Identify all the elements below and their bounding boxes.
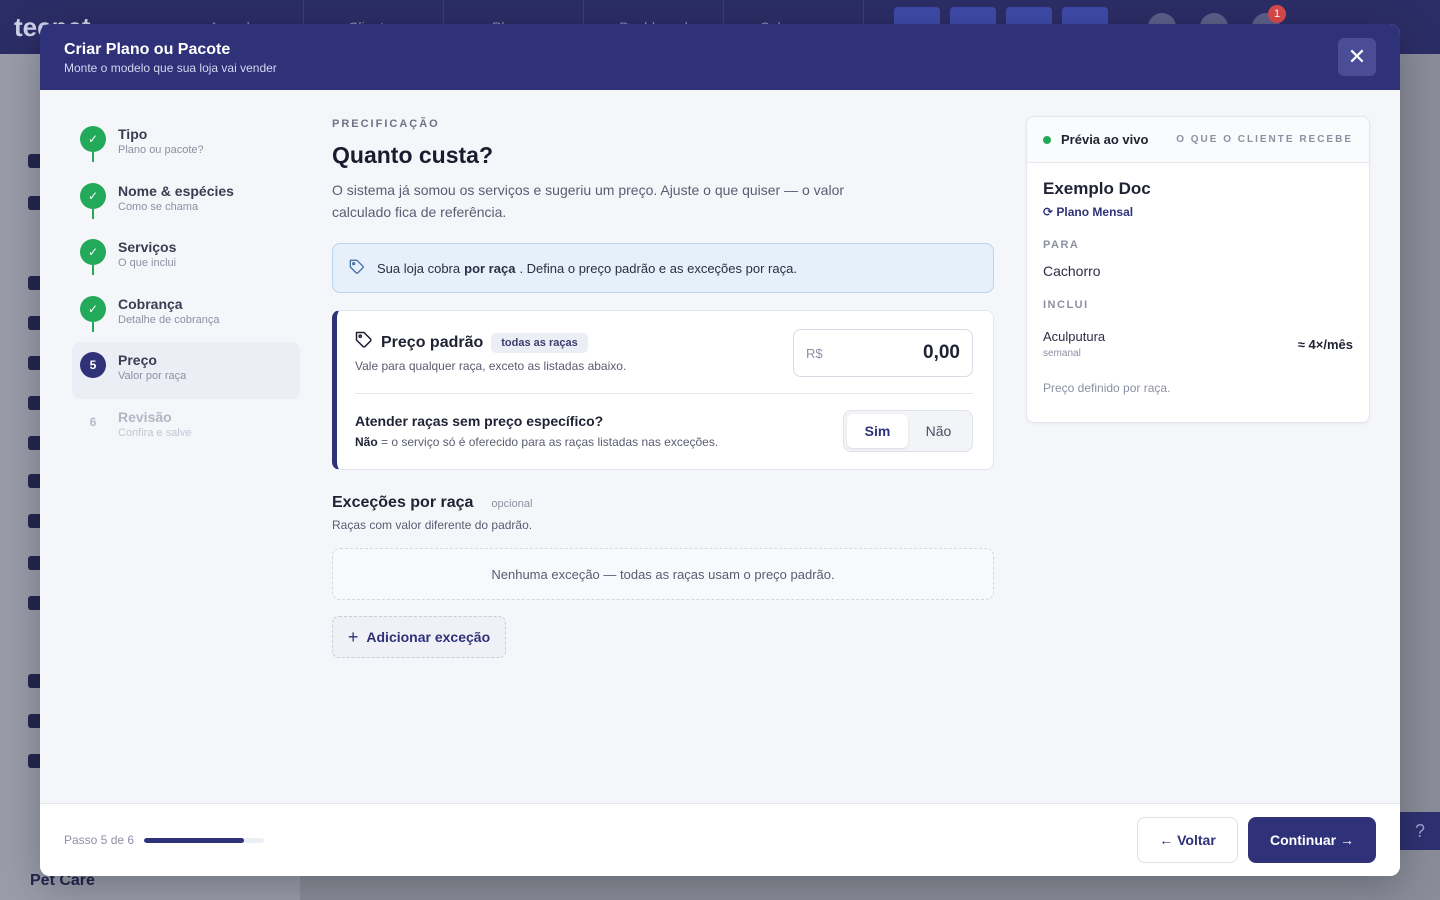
question-circle-icon: ? bbox=[1400, 812, 1440, 850]
modal-title: Criar Plano ou Pacote bbox=[64, 41, 231, 58]
note-text: = o serviço só é oferecido para as raças… bbox=[381, 435, 719, 449]
step-nome-especies[interactable]: ✓ Nome & espécies Como se chama bbox=[72, 173, 300, 230]
step-servicos[interactable]: ✓ Serviços O que inclui bbox=[72, 229, 300, 286]
preview-live-label: Prévia ao vivo bbox=[1061, 132, 1149, 147]
step-cobranca[interactable]: ✓ Cobrança Detalhe de cobrança bbox=[72, 286, 300, 343]
unlisted-breeds-question: Atender raças sem preço específico? bbox=[355, 413, 604, 429]
step-sublabel: O que inclui bbox=[118, 257, 177, 269]
step-connector bbox=[92, 152, 94, 162]
wizard-progress-fill bbox=[144, 837, 244, 843]
step-check-icon: ✓ bbox=[80, 239, 106, 265]
step-preco[interactable]: 5 Preço Valor por raça bbox=[72, 342, 300, 399]
step-tipo[interactable]: ✓ Tipo Plano ou pacote? bbox=[72, 116, 300, 173]
unlisted-breeds-toggle: Sim Não bbox=[843, 410, 973, 452]
preview-for-label: PARA bbox=[1043, 239, 1080, 251]
preview-plan-type: ⟳ Plano Mensal bbox=[1043, 205, 1134, 219]
step-connector bbox=[92, 265, 94, 275]
tag-icon bbox=[349, 259, 365, 278]
create-plan-modal: Criar Plano ou Pacote Monte o modelo que… bbox=[40, 24, 1400, 876]
pricing-section: PRECIFICAÇÃO Quanto custa? O sistema já … bbox=[332, 118, 994, 658]
exceptions-subtitle: Raças com valor diferente do padrão. bbox=[332, 518, 533, 532]
info-text-suffix: . Defina o preço padrão e as exceções po… bbox=[519, 260, 797, 276]
info-text-bold: por raça bbox=[464, 260, 516, 276]
modal-subtitle: Monte o modelo que sua loja vai vender bbox=[64, 61, 277, 75]
default-price-card: Preço padrão todas as raças Vale para qu… bbox=[332, 310, 994, 470]
exceptions-header: Exceções por raça opcional bbox=[332, 494, 994, 512]
page-title: Quanto custa? bbox=[332, 142, 494, 168]
step-sublabel: Como se chama bbox=[118, 200, 199, 213]
recurring-icon: ⟳ bbox=[1043, 205, 1054, 219]
step-number: 5 bbox=[80, 352, 106, 378]
info-text-prefix: Sua loja cobra bbox=[377, 260, 461, 276]
preview-service-frequency: semanal bbox=[1043, 348, 1081, 359]
step-check-icon: ✓ bbox=[80, 295, 106, 322]
preview-receives-label: O QUE O CLIENTE RECEBE bbox=[1176, 134, 1353, 145]
all-breeds-chip: todas as raças bbox=[491, 332, 588, 353]
live-status-dot bbox=[1043, 135, 1051, 144]
default-price-input[interactable] bbox=[840, 342, 960, 364]
modal-header: Criar Plano ou Pacote Monte o modelo que… bbox=[40, 24, 1400, 90]
modal-footer: Passo 5 de 6 ← Voltar Continuar → bbox=[40, 803, 1400, 876]
step-sublabel: Plano ou pacote? bbox=[118, 144, 204, 156]
step-counter: Passo 5 de 6 bbox=[64, 833, 135, 847]
preview-for-value: Cachorro bbox=[1043, 263, 1101, 279]
default-price-title: Preço padrão bbox=[381, 333, 484, 351]
step-revisao: 6 Revisão Confira e salve bbox=[72, 399, 300, 456]
preview-service-quantity: ≈ 4×/mês bbox=[1297, 337, 1353, 352]
preview-plan-name: Exemplo Doc bbox=[1043, 179, 1151, 198]
wizard-progress-bar bbox=[144, 837, 265, 843]
tag-icon bbox=[355, 331, 373, 354]
notification-badge: 1 bbox=[1268, 5, 1286, 23]
exceptions-empty-state: Nenhuma exceção — todas as raças usam o … bbox=[332, 548, 994, 600]
step-label: Serviços bbox=[118, 239, 177, 255]
preview-price-note: Preço definido por raça. bbox=[1043, 381, 1171, 395]
step-label: Nome & espécies bbox=[118, 182, 234, 199]
toggle-no-option[interactable]: Não bbox=[908, 414, 969, 448]
step-check-icon: ✓ bbox=[80, 126, 106, 152]
preview-includes-label: INCLUI bbox=[1043, 299, 1089, 311]
exceptions-title: Exceções por raça bbox=[332, 494, 474, 511]
add-exception-label: Adicionar exceção bbox=[366, 629, 491, 645]
preview-service-row: Aculputura semanal ≈ 4×/mês bbox=[1043, 329, 1353, 359]
step-connector bbox=[92, 208, 94, 219]
step-number: 6 bbox=[89, 414, 97, 429]
close-button[interactable]: ✕ bbox=[1338, 38, 1376, 76]
toggle-yes-option[interactable]: Sim bbox=[847, 414, 908, 448]
note-bold: Não bbox=[355, 435, 378, 449]
live-preview-card: Prévia ao vivo O QUE O CLIENTE RECEBE Ex… bbox=[1026, 116, 1370, 423]
page-description: O sistema já somou os serviços e sugeriu… bbox=[332, 182, 845, 220]
default-price-field[interactable]: R$ bbox=[793, 329, 973, 377]
step-label: Cobrança bbox=[118, 295, 183, 312]
close-icon: ✕ bbox=[1347, 44, 1367, 69]
step-check-icon: ✓ bbox=[80, 182, 106, 209]
currency-label: R$ bbox=[806, 345, 823, 361]
plus-icon: + bbox=[347, 626, 359, 647]
divider bbox=[355, 393, 973, 394]
back-button[interactable]: ← Voltar bbox=[1137, 817, 1238, 863]
preview-body: Exemplo Doc ⟳ Plano Mensal PARA Cachorro… bbox=[1027, 163, 1369, 411]
step-sublabel: Valor por raça bbox=[118, 370, 187, 382]
step-label: Preço bbox=[118, 352, 157, 368]
step-label: Tipo bbox=[118, 126, 148, 142]
unlisted-breeds-note: Não = o serviço só é oferecido para as r… bbox=[355, 435, 718, 449]
step-connector bbox=[92, 321, 94, 332]
default-price-header: Preço padrão todas as raças bbox=[355, 331, 588, 354]
step-label: Revisão bbox=[118, 408, 172, 425]
preview-header: Prévia ao vivo O QUE O CLIENTE RECEBE bbox=[1027, 117, 1369, 163]
preview-service-name: Aculputura bbox=[1043, 329, 1106, 344]
pricing-info-banner: Sua loja cobra por raça . Defina o preço… bbox=[332, 243, 994, 293]
default-price-description: Vale para qualquer raça, exceto as lista… bbox=[355, 359, 627, 373]
continue-button[interactable]: Continuar → bbox=[1248, 817, 1376, 863]
wizard-stepper: ✓ Tipo Plano ou pacote? ✓ Nome & espécie… bbox=[72, 116, 300, 455]
section-eyebrow: PRECIFICAÇÃO bbox=[332, 118, 440, 130]
step-sublabel: Confira e salve bbox=[118, 426, 192, 439]
step-sublabel: Detalhe de cobrança bbox=[118, 313, 220, 326]
add-exception-button[interactable]: + Adicionar exceção bbox=[332, 616, 506, 658]
optional-label: opcional bbox=[491, 498, 533, 510]
